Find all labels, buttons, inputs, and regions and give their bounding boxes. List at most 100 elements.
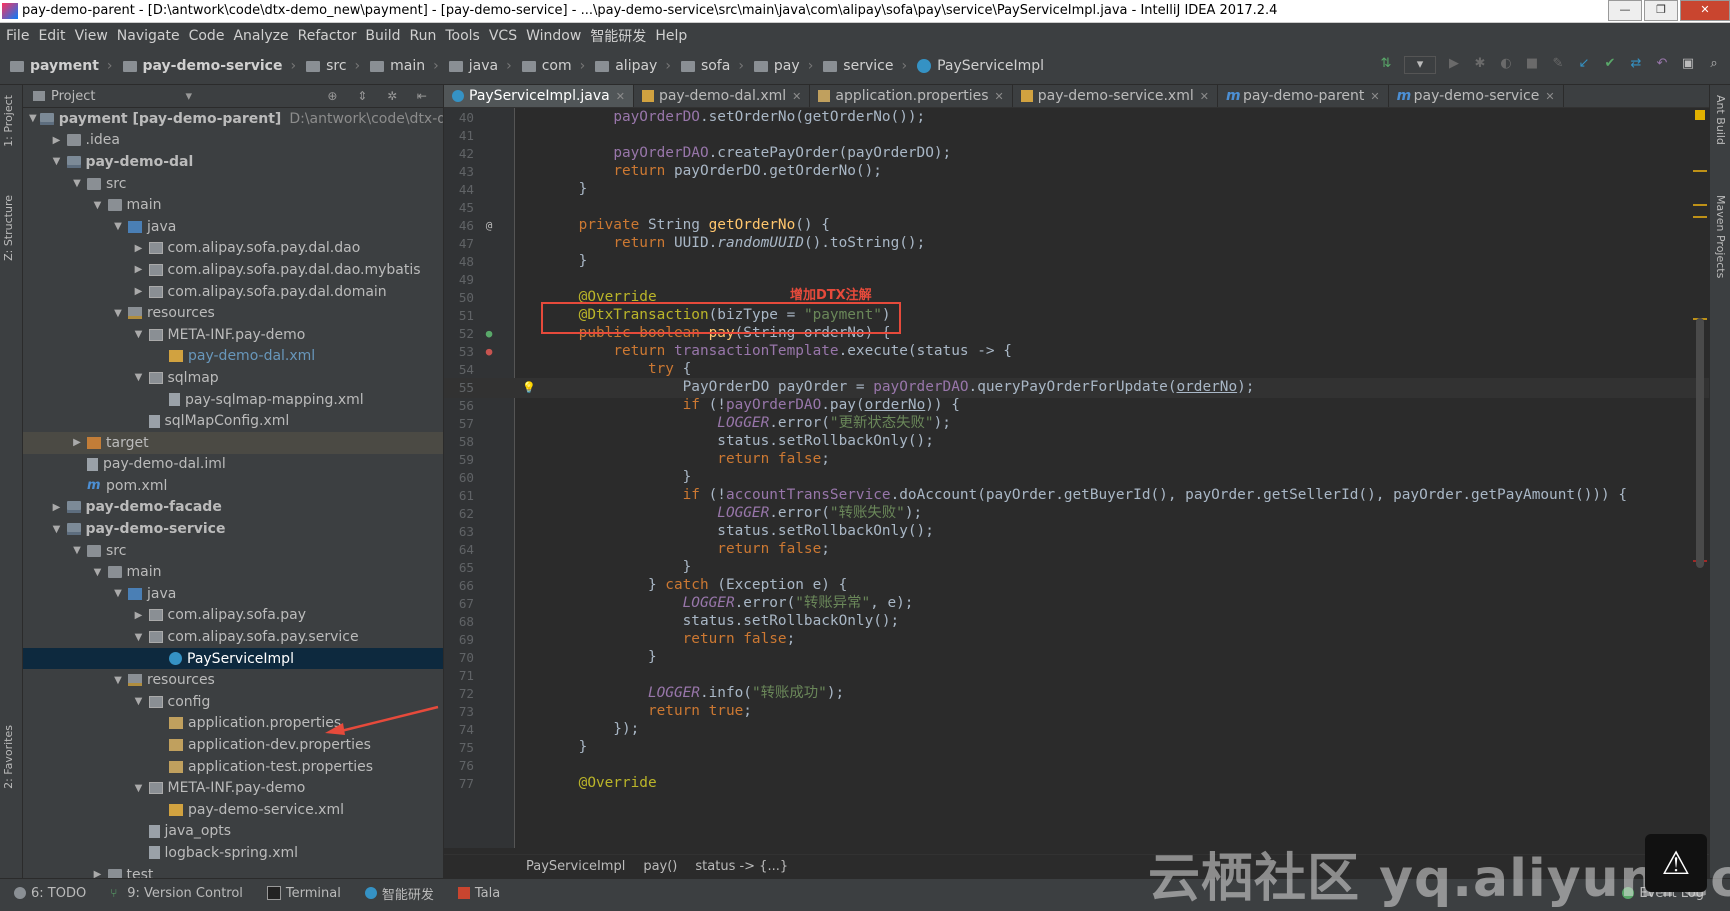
editor-tab[interactable]: pay-demo-service.xml ✕ [1013,85,1218,107]
tree-node[interactable]: java_opts [23,821,443,843]
menu-item[interactable]: Edit [38,28,65,44]
breadcrumb-item[interactable]: src › [306,58,360,74]
code-line[interactable]: 46 private String getOrderNo() {@ [444,216,1709,236]
code-line[interactable]: 42 payOrderDAO.createPayOrder(payOrderDO… [444,144,1709,164]
tree-node[interactable]: ▶ pay-demo-facade [23,497,443,519]
expand-arrow-icon[interactable]: ▼ [111,308,125,319]
project-panel-title[interactable]: Project [51,89,95,104]
tree-node[interactable]: ▼ src [23,540,443,562]
tree-node[interactable]: pay-demo-dal.iml [23,454,443,476]
close-tab-icon[interactable]: ✕ [1370,90,1379,103]
editor-tab[interactable]: m pay-demo-service ✕ [1389,85,1564,107]
tree-node[interactable]: ▼ payment [pay-demo-parent] D:\antwork\cod… [23,108,443,130]
expand-arrow-icon[interactable]: ▶ [132,610,146,621]
editor-tab[interactable]: m pay-demo-parent ✕ [1218,85,1389,107]
code-line[interactable]: 64 return false; [444,540,1709,560]
tree-node[interactable]: ▼ main [23,194,443,216]
expand-arrow-icon[interactable]: ▶ [50,135,64,146]
run-icon[interactable]: ▶ [1446,56,1462,72]
breadcrumb-item[interactable]: service › [823,58,907,74]
breadcrumb-item[interactable]: com › [521,58,585,74]
breadcrumb-item[interactable]: main › [370,58,439,74]
tree-node[interactable]: application-test.properties [23,756,443,778]
code-line[interactable]: 60 } [444,468,1709,488]
tree-node[interactable]: ▼ com.alipay.sofa.pay.service [23,626,443,648]
code-line[interactable]: 62 LOGGER.error("转账失败"); [444,504,1709,524]
editor-scrollbar[interactable] [1696,318,1704,568]
minimize-button[interactable]: — [1608,0,1642,21]
stop-icon[interactable]: ■ [1524,56,1540,72]
close-tab-icon[interactable]: ✕ [616,90,625,103]
tree-node[interactable]: ▼ META-INF.pay-demo [23,324,443,346]
vcs-compare-icon[interactable]: ⇄ [1628,56,1644,72]
favorites-tool-tab[interactable]: 2: Favorites [2,725,15,789]
breadcrumb-item[interactable]: alipay › [595,58,671,74]
close-button[interactable]: ✕ [1680,0,1730,21]
code-line[interactable]: 70 } [444,648,1709,668]
tree-node[interactable]: logback-spring.xml [23,842,443,864]
expand-arrow-icon[interactable]: ▼ [91,567,105,578]
tree-node[interactable]: ▼ pay-demo-service [23,518,443,540]
terminal-tool-button[interactable]: Terminal [266,886,341,901]
breadcrumb-item[interactable]: pay › [753,58,813,74]
code-line[interactable]: 59 return false; [444,450,1709,470]
smart-dev-tool-button[interactable]: 智能研发 [364,884,434,903]
panel-settings-icons[interactable]: ⊕ ⇕ ✲ ⇤ [327,89,435,103]
warning-marker-icon[interactable] [1695,110,1705,120]
tree-node[interactable]: sqlMapConfig.xml [23,410,443,432]
editor-breadcrumb-item[interactable]: status -> {...} [695,859,788,874]
structure-tool-tab[interactable]: Z: Structure [2,195,15,261]
code-line[interactable]: 76 [444,756,1709,776]
code-line[interactable]: 63 status.setRollbackOnly(); [444,522,1709,542]
version-control-tool-button[interactable]: ⑂ 9: Version Control [110,886,243,901]
code-line[interactable]: 53 return transactionTemplate.execute(st… [444,342,1709,362]
expand-arrow-icon[interactable]: ▶ [132,264,146,275]
expand-arrow-icon[interactable]: ▼ [132,696,146,707]
ant-build-tool-tab[interactable]: Ant Build [1714,95,1727,145]
expand-arrow-icon[interactable]: ▼ [29,113,37,124]
menu-item[interactable]: Help [655,28,687,44]
expand-arrow-icon[interactable]: ▼ [70,545,84,556]
tree-node[interactable]: ▶ com.alipay.sofa.pay [23,605,443,627]
expand-arrow-icon[interactable]: ▼ [132,632,146,643]
editor-tab[interactable]: pay-demo-dal.xml ✕ [634,85,811,107]
editor-breadcrumb-item[interactable]: pay() [643,859,677,874]
tree-node[interactable]: ▶ .idea [23,130,443,152]
tree-node[interactable]: ▼ META-INF.pay-demo [23,777,443,799]
menu-item[interactable]: Refactor [298,28,357,44]
expand-arrow-icon[interactable]: ▼ [91,200,105,211]
code-line[interactable]: 55 PayOrderDO payOrder = payOrderDAO.que… [444,378,1709,398]
tree-node[interactable]: ▶ test [23,864,443,878]
expand-arrow-icon[interactable]: ▶ [91,869,105,878]
project-structure-icon[interactable]: ▣ [1680,56,1696,72]
expand-arrow-icon[interactable]: ▼ [50,156,64,167]
expand-arrow-icon[interactable]: ▶ [132,286,146,297]
expand-arrow-icon[interactable]: ▼ [111,675,125,686]
tree-node[interactable]: ▼ resources [23,302,443,324]
code-line[interactable]: 69 return false; [444,630,1709,650]
code-line[interactable]: 49 [444,270,1709,290]
build-icon[interactable]: ⇅ [1378,56,1394,72]
coverage-icon[interactable]: ◐ [1498,56,1514,72]
code-line[interactable]: 65 } [444,558,1709,578]
code-line[interactable]: 41 [444,126,1709,146]
tree-node[interactable]: ▶ com.alipay.sofa.pay.dal.domain [23,281,443,303]
breadcrumb-item[interactable]: sofa › [680,58,744,74]
menu-item[interactable]: Run [410,28,437,44]
code-line[interactable]: 67 LOGGER.error("转账异常", e); [444,594,1709,614]
close-tab-icon[interactable]: ✕ [995,90,1004,103]
menu-item[interactable]: Window [526,28,581,44]
tree-node[interactable]: ▼ main [23,561,443,583]
expand-arrow-icon[interactable]: ▶ [50,502,64,513]
code-line[interactable]: 61 if (!accountTransService.doAccount(pa… [444,486,1709,506]
close-tab-icon[interactable]: ✕ [1200,90,1209,103]
vcs-revert-icon[interactable]: ↶ [1654,56,1670,72]
tree-node[interactable]: ▶ target [23,431,443,454]
code-line[interactable]: 77 @Override [444,774,1709,794]
debug-icon[interactable]: ✱ [1472,56,1488,72]
code-line[interactable]: 58 status.setRollbackOnly(); [444,432,1709,452]
editor-tab[interactable]: PayServiceImpl.java ✕ [444,85,634,107]
code-line[interactable]: 68 status.setRollbackOnly(); [444,612,1709,632]
menu-item[interactable]: Analyze [233,28,288,44]
code-line[interactable]: 48 } [444,252,1709,272]
